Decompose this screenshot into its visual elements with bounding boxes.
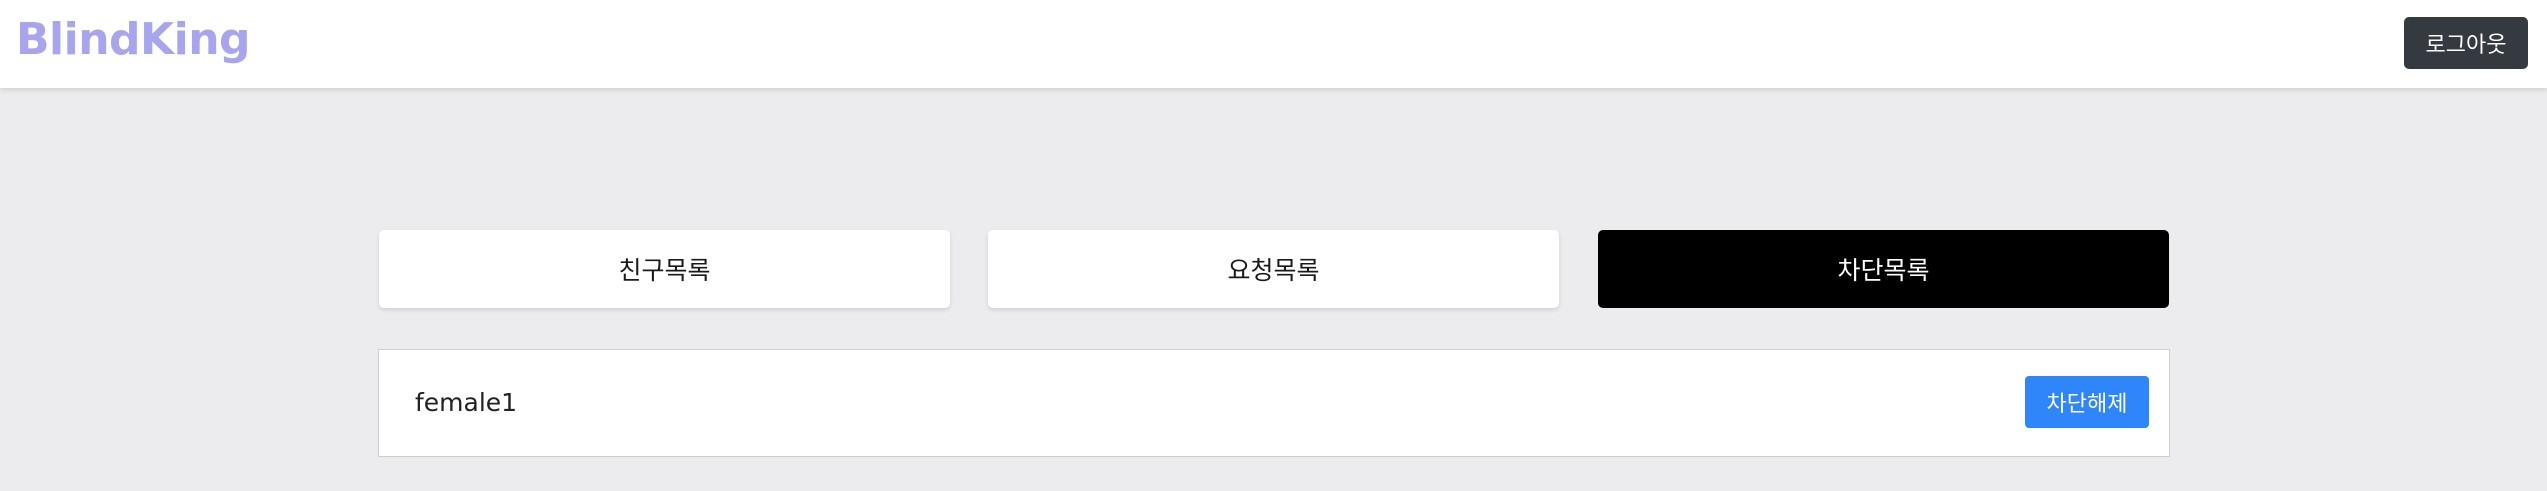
tab-blocked[interactable]: 차단목록 — [1598, 230, 2169, 308]
brand-logo[interactable]: BlindKing — [16, 14, 251, 65]
top-navbar: BlindKing 로그아웃 — [0, 0, 2547, 88]
unblock-button[interactable]: 차단해제 — [2025, 376, 2149, 428]
logout-button[interactable]: 로그아웃 — [2404, 17, 2528, 69]
tab-requests[interactable]: 요청목록 — [988, 230, 1559, 308]
blocked-user-row: female1 차단해제 — [378, 349, 2170, 457]
tab-friends[interactable]: 친구목록 — [379, 230, 950, 308]
blocked-username: female1 — [415, 388, 518, 417]
